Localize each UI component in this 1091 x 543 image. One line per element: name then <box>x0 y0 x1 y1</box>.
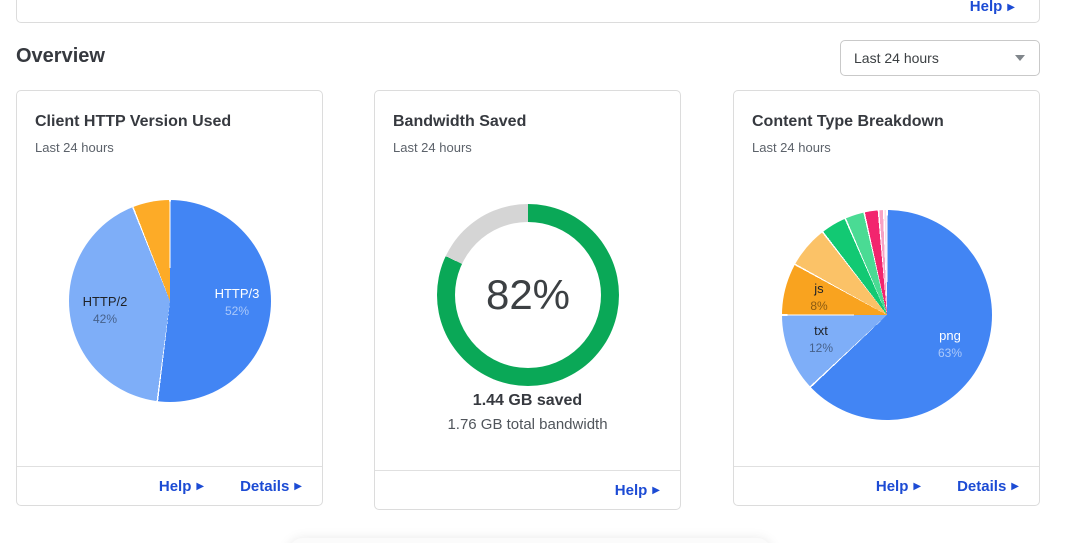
content-type-pie-chart: png 63% txt 12% js 8% <box>782 210 992 420</box>
pie-slice-label-http3: HTTP/3 52% <box>214 286 260 318</box>
top-help-link[interactable]: Help ▶ <box>970 0 1015 15</box>
bandwidth-donut-chart: 82% <box>437 204 619 386</box>
details-link[interactable]: Details ▶ <box>240 478 302 495</box>
card-footer: Help ▶ Details ▶ <box>17 466 322 505</box>
caret-right-icon: ▶ <box>913 481 922 492</box>
page-title: Overview <box>16 45 105 67</box>
donut-percent-value: 82% <box>485 271 571 318</box>
card-title: Client HTTP Version Used <box>35 113 232 130</box>
caret-right-icon: ▶ <box>294 481 302 492</box>
pie-slice-label-http2: HTTP/2 42% <box>82 294 128 326</box>
card-title: Content Type Breakdown <box>752 113 944 130</box>
help-link[interactable]: Help ▶ <box>159 478 204 495</box>
card-subtitle: Last 24 hours <box>752 140 831 155</box>
bandwidth-saved-value: 1.44 GB saved <box>472 392 583 409</box>
help-link[interactable]: Help ▶ <box>615 482 660 499</box>
card-footer: Help ▶ <box>375 470 680 509</box>
help-link[interactable]: Help ▶ <box>876 478 921 495</box>
details-link[interactable]: Details ▶ <box>957 478 1019 495</box>
card-subtitle: Last 24 hours <box>35 140 114 155</box>
top-partial-card: Help ▶ <box>16 0 1040 23</box>
card-subtitle: Last 24 hours <box>393 140 472 155</box>
card-title: Bandwidth Saved <box>393 113 527 130</box>
next-card-top-edge <box>288 538 772 543</box>
card-footer: Help ▶ Details ▶ <box>734 466 1039 505</box>
chevron-down-icon <box>1015 55 1025 61</box>
card-client-http-version: Client HTTP Version Used Last 24 hours H… <box>16 90 323 506</box>
pie-slice-label-png: png 63% <box>937 328 963 360</box>
bandwidth-total-value: 1.76 GB total bandwidth <box>447 416 608 433</box>
caret-right-icon: ▶ <box>1007 1 1015 13</box>
caret-right-icon: ▶ <box>196 481 205 492</box>
donut-hole: 82% <box>455 222 601 368</box>
time-range-value: Last 24 hours <box>854 50 939 66</box>
pie-slice-label-txt: txt 12% <box>808 323 834 355</box>
http-version-pie-chart: HTTP/3 52% HTTP/2 42% <box>69 200 271 402</box>
caret-right-icon: ▶ <box>652 485 660 496</box>
caret-right-icon: ▶ <box>1011 481 1019 492</box>
card-content-type-breakdown: Content Type Breakdown Last 24 hours png… <box>733 90 1040 506</box>
card-bandwidth-saved: Bandwidth Saved Last 24 hours 82% 1.44 G… <box>374 90 681 510</box>
time-range-select[interactable]: Last 24 hours <box>840 40 1040 76</box>
help-link-label: Help <box>969 0 1003 15</box>
pie-slice-label-js: js 8% <box>810 281 828 313</box>
dashboard-page: Help ▶ Overview Last 24 hours Client HTT… <box>0 0 1091 543</box>
